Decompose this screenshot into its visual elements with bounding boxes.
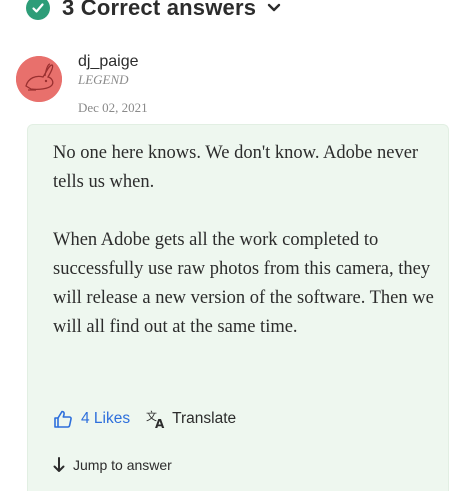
jump-to-answer-label: Jump to answer (73, 457, 172, 473)
chevron-down-icon[interactable] (266, 0, 282, 16)
like-button[interactable]: 4 Likes (53, 409, 130, 429)
answer-card: No one here knows. We don't know. Adobe … (27, 124, 449, 491)
arrow-down-icon (53, 457, 65, 472)
correct-answers-title: 3 Correct answers (62, 0, 257, 20)
answer-paragraph: When Adobe gets all the work completed t… (53, 230, 434, 337)
answer-actions: 4 Likes 文 A Translate (53, 409, 236, 429)
correct-answers-header[interactable]: 3 Correct answers (26, 0, 282, 28)
translate-label: Translate (172, 410, 237, 427)
rabbit-avatar-icon (16, 56, 62, 102)
translate-button[interactable]: 文 A Translate (146, 409, 236, 429)
post-date: Dec 02, 2021 (78, 100, 148, 115)
check-circle-icon (26, 0, 50, 20)
author-block: dj_paige LEGEND Dec 02, 2021 (16, 52, 148, 116)
likes-count: 4 Likes (81, 410, 131, 427)
svg-text:A: A (155, 417, 165, 429)
answer-paragraph: No one here knows. We don't know. Adobe … (53, 143, 419, 192)
avatar[interactable] (16, 56, 62, 102)
jump-to-answer-link[interactable]: Jump to answer (53, 457, 172, 473)
thumbs-up-icon (54, 410, 72, 428)
author-name[interactable]: dj_paige (78, 52, 148, 72)
answer-body: No one here knows. We don't know. Adobe … (53, 139, 443, 371)
author-rank-badge: LEGEND (78, 72, 129, 87)
translate-icon: 文 A (146, 409, 165, 429)
